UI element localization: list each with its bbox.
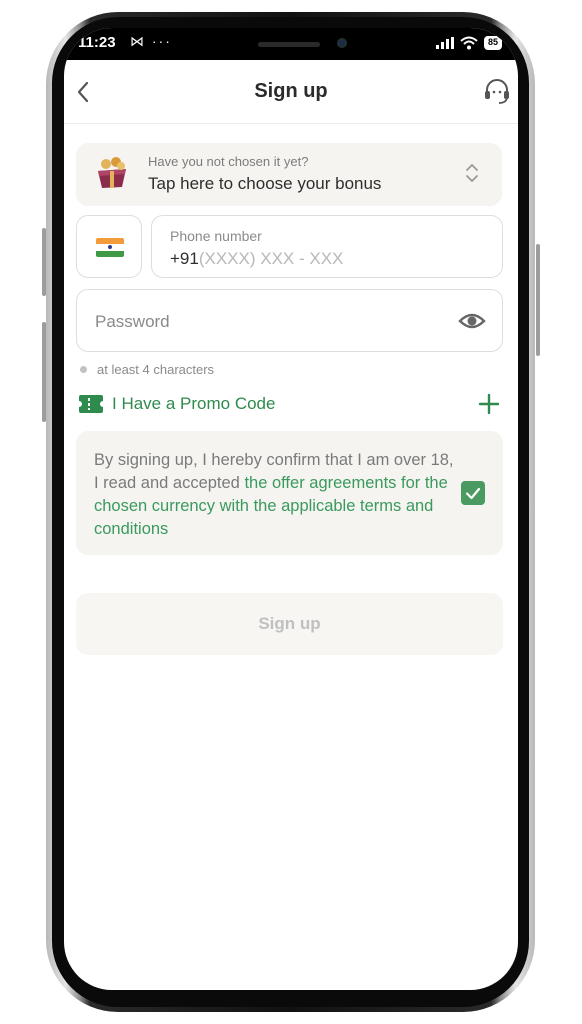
- plus-icon[interactable]: [477, 392, 501, 416]
- password-hint-text: at least 4 characters: [97, 362, 215, 377]
- bonus-selector[interactable]: Have you not chosen it yet? Tap here to …: [76, 143, 502, 206]
- wifi-icon: [460, 36, 478, 50]
- battery-icon: 85: [483, 36, 502, 50]
- phone-number-value: +91(XXXX) XXX - XXX: [170, 249, 343, 269]
- ticket-icon: [79, 395, 103, 413]
- support-headset-icon[interactable]: [482, 76, 512, 106]
- status-bar: 11:23 ⋈ ··· 85: [64, 28, 518, 60]
- page-title: Sign up: [254, 80, 328, 102]
- hint-bullet: [80, 366, 87, 373]
- india-flag-icon: [96, 238, 124, 257]
- terms-text: By signing up, I hereby confirm that I a…: [94, 449, 454, 541]
- phone-mask: (XXXX) XXX - XXX: [198, 249, 344, 268]
- status-right: 85: [435, 36, 502, 50]
- signal-icon: [435, 37, 454, 49]
- front-camera: [337, 38, 347, 48]
- country-code-selector[interactable]: [76, 215, 142, 278]
- volume-down-button: [42, 322, 46, 422]
- header: Sign up: [64, 60, 518, 124]
- screen: 11:23 ⋈ ··· 85 Sign up Have you not chos…: [64, 28, 518, 990]
- phone-prefix: +91: [170, 249, 199, 268]
- earpiece-speaker: [258, 42, 320, 47]
- sign-up-button[interactable]: Sign up: [76, 593, 503, 655]
- bonus-hint: Have you not chosen it yet?: [148, 154, 309, 169]
- gift-icon: [98, 157, 126, 188]
- password-hint: at least 4 characters: [80, 362, 214, 377]
- volume-up-button: [42, 228, 46, 296]
- password-input[interactable]: Password: [76, 289, 503, 352]
- notification-icons: ⋈ ···: [130, 33, 172, 49]
- eye-icon[interactable]: [458, 309, 486, 333]
- bonus-label: Tap here to choose your bonus: [148, 174, 382, 193]
- terms-agreement: By signing up, I hereby confirm that I a…: [76, 431, 503, 555]
- promo-code-toggle[interactable]: I Have a Promo Code: [76, 392, 503, 420]
- password-placeholder: Password: [95, 312, 170, 331]
- terms-checkbox[interactable]: [461, 481, 485, 505]
- phone-number-input[interactable]: Phone number +91(XXXX) XXX - XXX: [151, 215, 503, 278]
- checkmark-icon: [465, 487, 481, 500]
- chevron-up-down-icon: [466, 164, 478, 182]
- status-time: 11:23: [78, 34, 116, 51]
- power-button: [536, 244, 540, 356]
- phone-number-label: Phone number: [170, 228, 262, 244]
- promo-code-label: I Have a Promo Code: [112, 394, 276, 413]
